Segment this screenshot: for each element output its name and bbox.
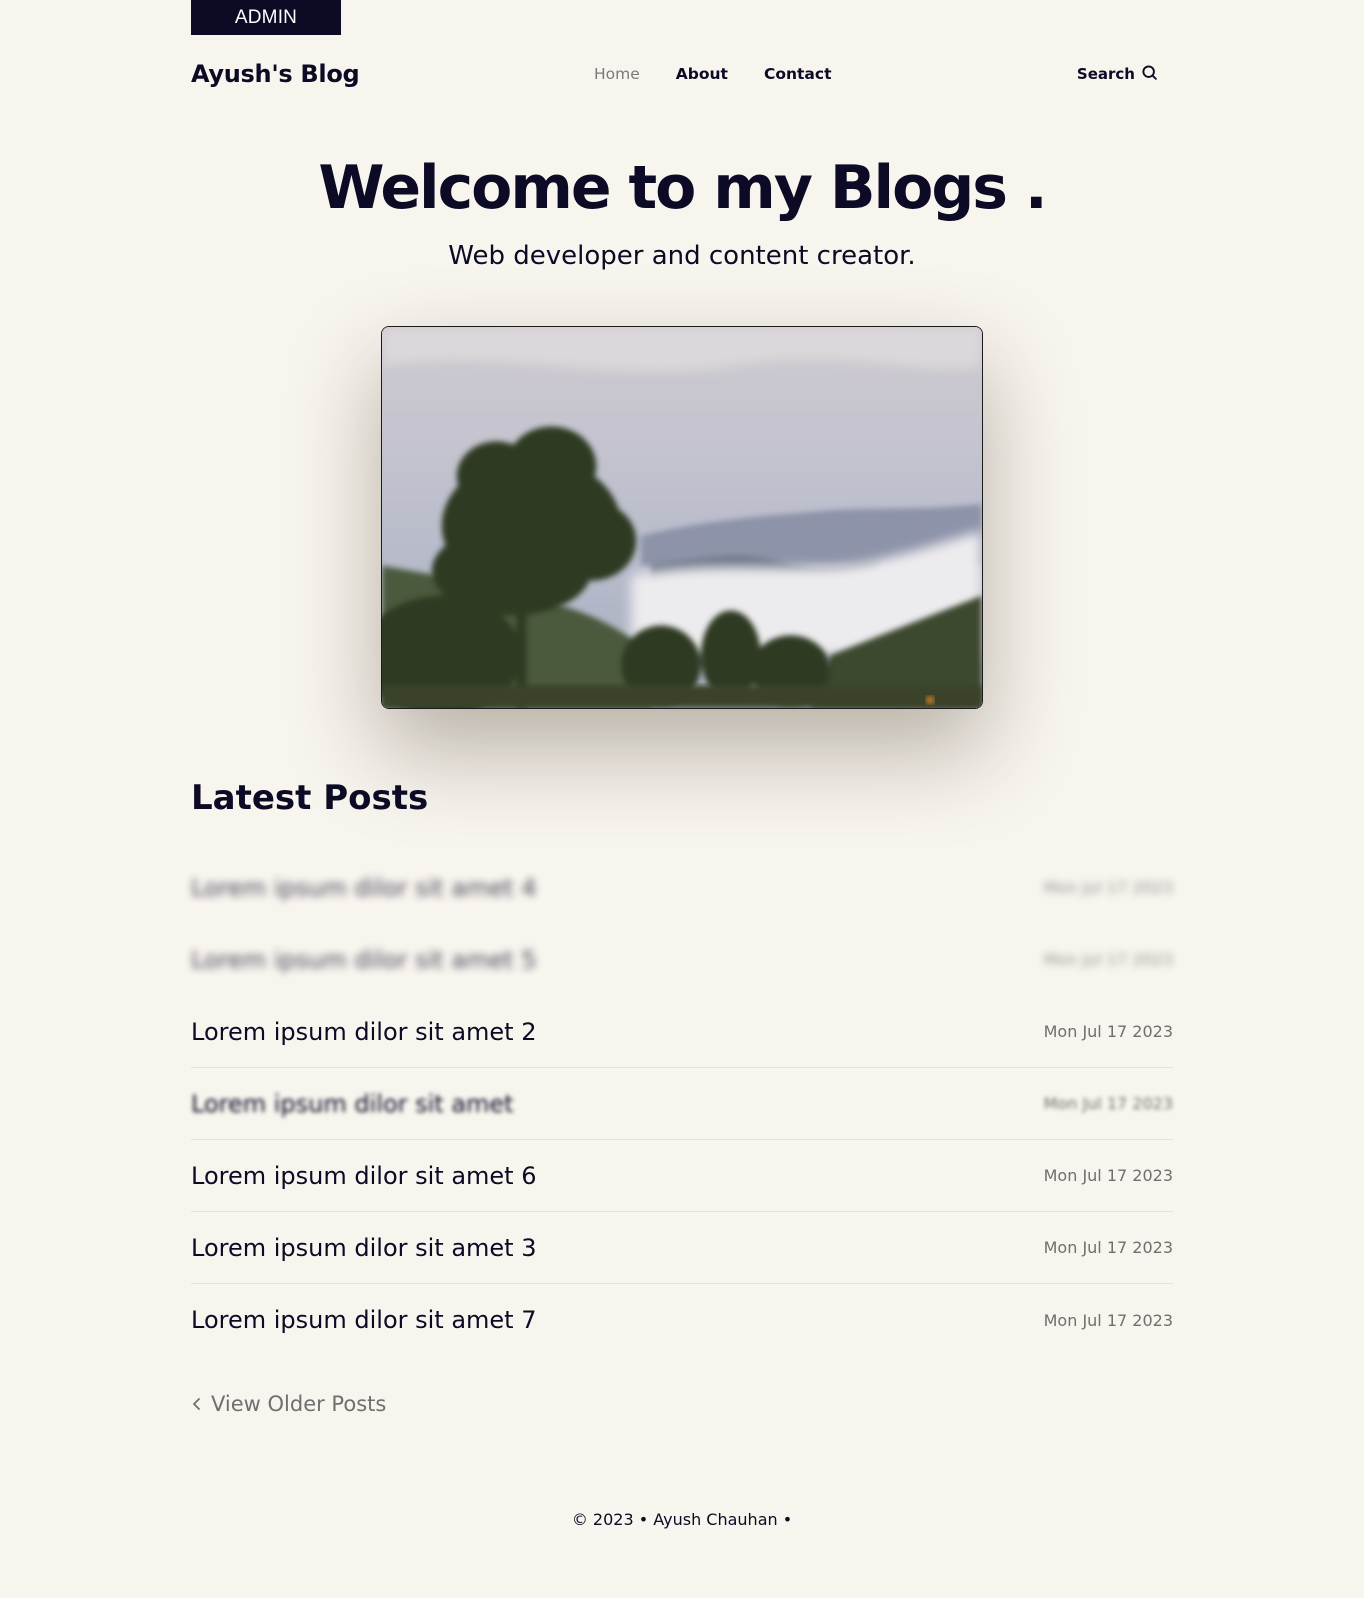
latest-posts-heading: Latest Posts [191, 778, 429, 818]
list-item[interactable]: Lorem ipsum dilor sit amet Mon Jul 17 20… [191, 1068, 1173, 1140]
post-date: Mon Jul 17 2023 [1043, 1310, 1173, 1330]
post-title[interactable]: Lorem ipsum dilor sit amet 7 [191, 1306, 537, 1334]
list-item[interactable]: Lorem ipsum dilor sit amet 3 Mon Jul 17 … [191, 1212, 1173, 1284]
post-title[interactable]: Lorem ipsum dilor sit amet [191, 1090, 514, 1118]
page: ADMIN Ayush's Blog Home About Contact Se… [191, 0, 1173, 1598]
list-item[interactable]: Lorem ipsum dilor sit amet 5 Mon Jul 17 … [191, 924, 1173, 996]
post-title[interactable]: Lorem ipsum dilor sit amet 6 [191, 1162, 537, 1190]
post-date: Mon Jul 17 2023 [1043, 1238, 1173, 1257]
view-older-posts-label: View Older Posts [211, 1392, 387, 1416]
post-date: Mon Jul 17 2023 [1043, 950, 1173, 969]
site-footer: © 2023 • Ayush Chauhan • [191, 1510, 1173, 1529]
post-title[interactable]: Lorem ipsum dilor sit amet 3 [191, 1234, 537, 1262]
main-nav: Home About Contact [594, 57, 832, 91]
list-item[interactable]: Lorem ipsum dilor sit amet 6 Mon Jul 17 … [191, 1140, 1173, 1212]
search-button[interactable]: Search [1077, 57, 1158, 91]
search-icon [1141, 64, 1158, 85]
post-date: Mon Jul 17 2023 [1043, 1166, 1173, 1185]
post-title[interactable]: Lorem ipsum dilor sit amet 4 [191, 874, 537, 902]
post-title[interactable]: Lorem ipsum dilor sit amet 5 [191, 946, 537, 974]
nav-about[interactable]: About [676, 57, 728, 91]
site-header: Ayush's Blog Home About Contact Search [191, 57, 1158, 91]
admin-button[interactable]: ADMIN [191, 0, 341, 35]
post-date: Mon Jul 17 2023 [1043, 878, 1173, 897]
search-label: Search [1076, 65, 1135, 83]
hero-subtitle: Web developer and content creator. [448, 241, 916, 271]
footer-copyright: © 2023 • Ayush Chauhan • [571, 1510, 793, 1529]
list-item[interactable]: Lorem ipsum dilor sit amet 7 Mon Jul 17 … [191, 1284, 1173, 1356]
post-list: Lorem ipsum dilor sit amet 4 Mon Jul 17 … [191, 852, 1173, 1356]
site-logo[interactable]: Ayush's Blog [191, 57, 360, 91]
view-older-posts-link[interactable]: View Older Posts [191, 1392, 386, 1416]
nav-contact[interactable]: Contact [764, 57, 832, 91]
nav-home[interactable]: Home [594, 57, 640, 91]
post-date: Mon Jul 17 2023 [1043, 1094, 1173, 1113]
post-title[interactable]: Lorem ipsum dilor sit amet 2 [191, 1018, 537, 1046]
hero-title: Welcome to my Blogs . [318, 153, 1047, 223]
list-item[interactable]: Lorem ipsum dilor sit amet 4 Mon Jul 17 … [191, 852, 1173, 924]
hero-image [381, 326, 983, 709]
post-date: Mon Jul 17 2023 [1043, 1022, 1173, 1041]
chevron-left-icon [191, 1392, 203, 1416]
list-item[interactable]: Lorem ipsum dilor sit amet 2 Mon Jul 17 … [191, 996, 1173, 1068]
